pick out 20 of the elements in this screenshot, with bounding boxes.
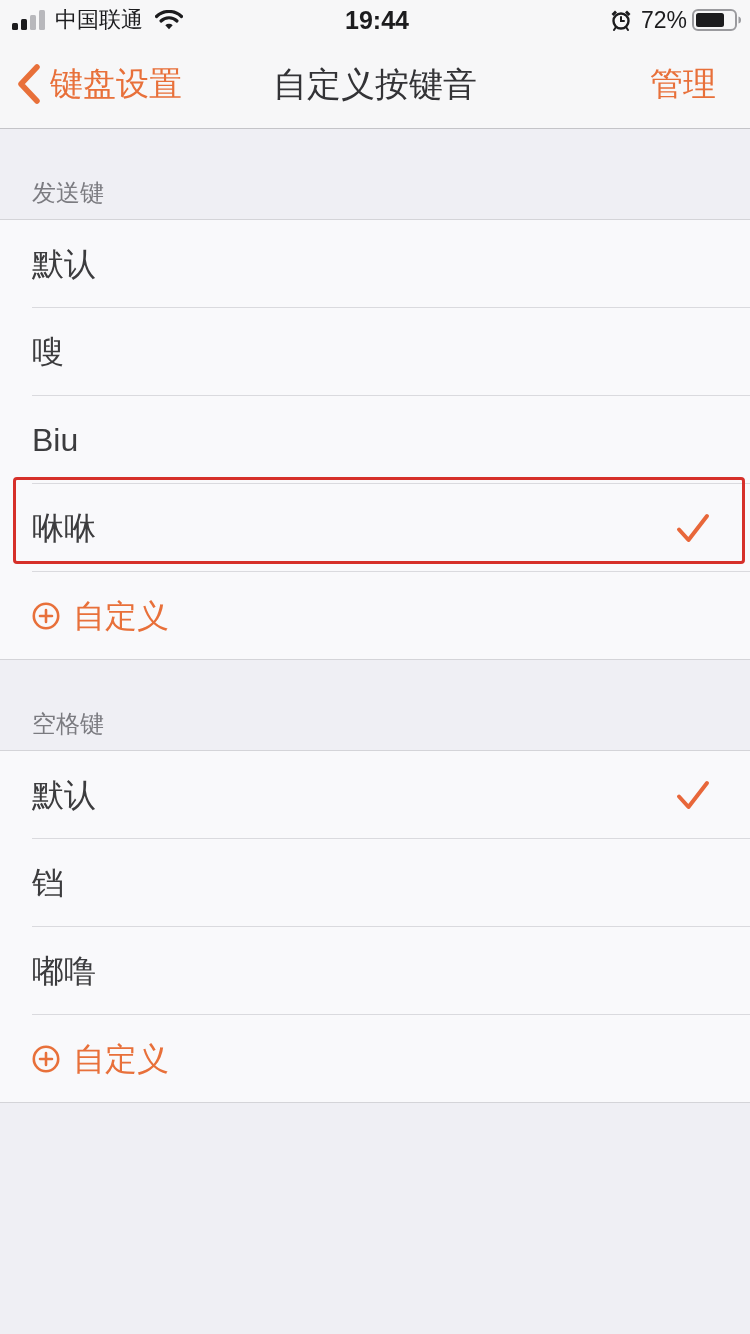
battery-percentage: 72% (640, 6, 687, 34)
section-header: 发送键 (32, 178, 104, 208)
wifi-icon (155, 10, 183, 30)
signal-icon (12, 10, 46, 30)
sound-option[interactable]: 嘟噜 (0, 927, 750, 1015)
plus-circle-icon (32, 601, 60, 630)
sound-option[interactable]: 默认 (0, 220, 750, 308)
status-time: 19:44 (345, 5, 409, 35)
battery-icon (692, 9, 742, 31)
page-title: 自定义按键音 (273, 64, 477, 105)
carrier-name: 中国联通 (55, 6, 143, 34)
sound-option[interactable]: 默认 (0, 751, 750, 839)
sound-option[interactable]: 嗖 (0, 308, 750, 396)
sound-option[interactable]: Biu (0, 396, 750, 484)
chevron-left-icon (16, 64, 42, 104)
section-header: 空格键 (32, 709, 104, 739)
sound-option[interactable]: 咻咻 (0, 484, 750, 572)
alarm-clock-icon (609, 9, 632, 31)
plus-circle-icon (32, 1044, 60, 1073)
sound-option[interactable]: 铛 (0, 839, 750, 927)
